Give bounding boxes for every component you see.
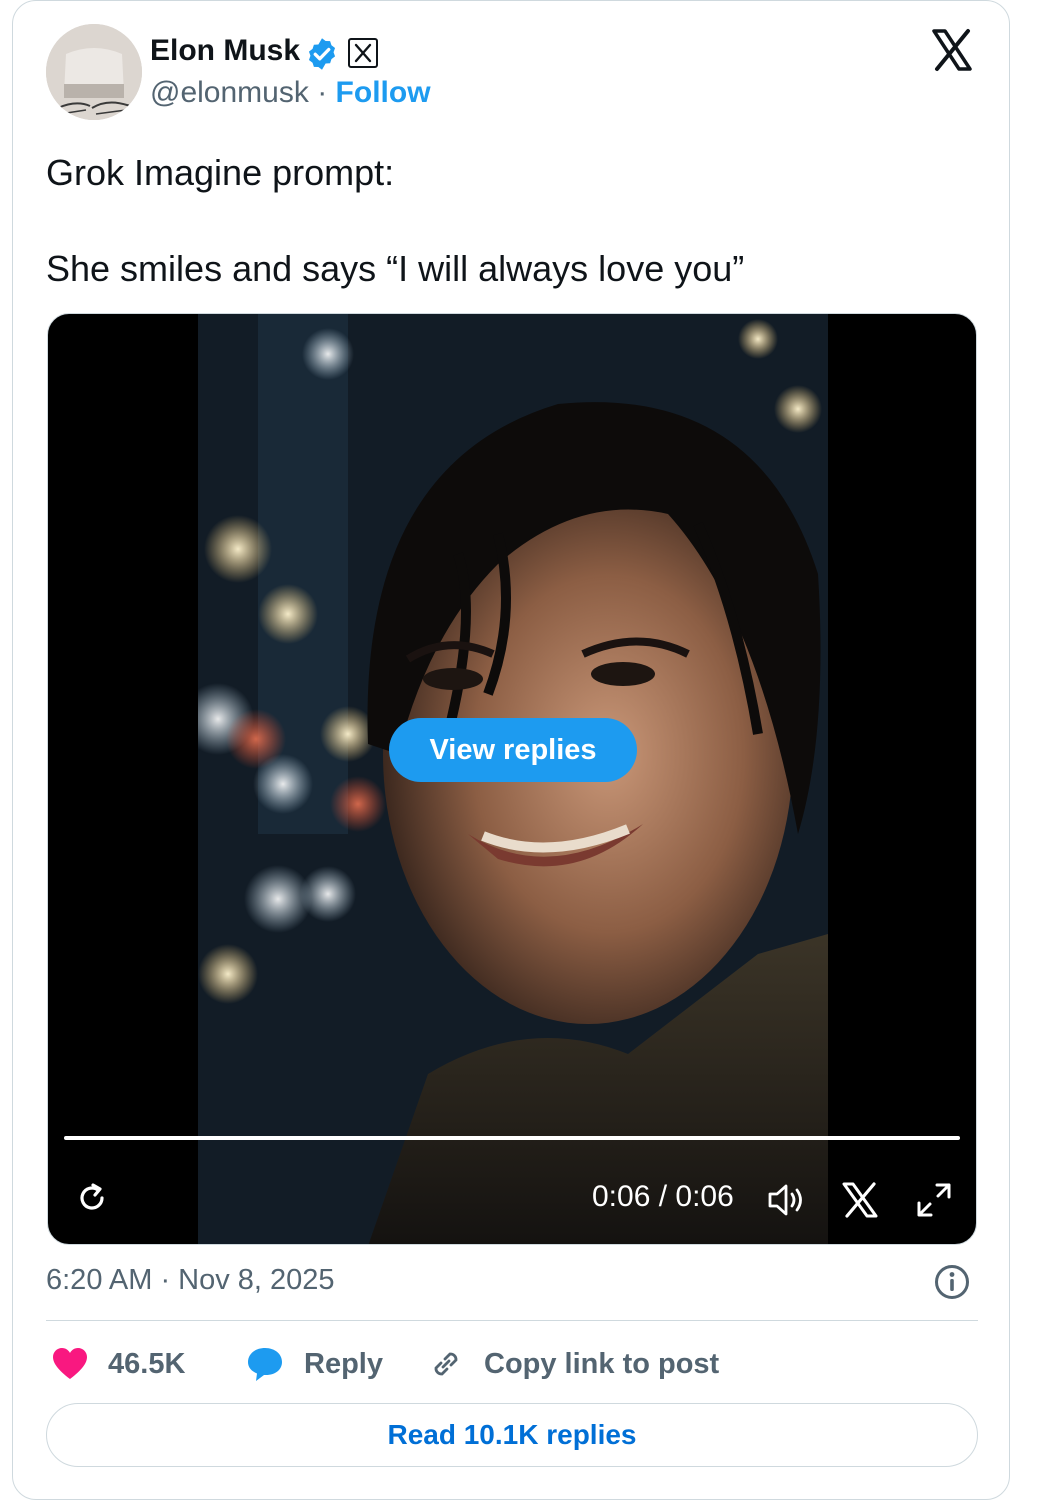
like-count: 46.5K — [108, 1347, 186, 1380]
verified-badge-icon — [308, 38, 336, 70]
post-text-line1: Grok Imagine prompt: — [46, 152, 395, 193]
author-name[interactable]: Elon Musk — [150, 34, 300, 68]
x-watermark-icon[interactable] — [840, 1181, 880, 1219]
replay-icon[interactable] — [74, 1180, 110, 1216]
post-timestamp[interactable]: 6:20 AM · Nov 8, 2025 — [46, 1264, 335, 1297]
handle-separator: · — [317, 76, 328, 109]
follow-button[interactable]: Follow — [336, 76, 431, 109]
avatar[interactable] — [46, 24, 142, 120]
view-replies-button[interactable]: View replies — [389, 718, 637, 782]
read-replies-button[interactable]: Read 10.1K replies — [46, 1403, 978, 1467]
post-text-line2: She smiles and says “I will always love … — [46, 248, 745, 289]
reply-bubble-icon — [248, 1348, 282, 1381]
info-icon[interactable] — [934, 1264, 970, 1300]
volume-icon[interactable] — [766, 1181, 808, 1219]
video-progress-bar[interactable] — [64, 1136, 960, 1140]
video-time: 0:06 / 0:06 — [592, 1180, 734, 1213]
link-icon — [434, 1352, 458, 1376]
author-handle[interactable]: @elonmusk — [150, 76, 309, 109]
reply-action[interactable]: Reply — [246, 1342, 383, 1386]
video-player[interactable]: View replies 0:06 / 0:06 — [47, 313, 977, 1245]
fullscreen-icon[interactable] — [914, 1180, 954, 1220]
x-logo-icon[interactable] — [928, 26, 976, 74]
divider — [46, 1320, 978, 1321]
heart-icon — [53, 1348, 87, 1379]
reply-label: Reply — [304, 1347, 383, 1380]
handle-row: @elonmusk · Follow — [150, 76, 431, 110]
like-action[interactable]: 46.5K — [52, 1342, 185, 1386]
affiliate-x-icon — [348, 38, 378, 68]
copy-link-action[interactable]: Copy link to post — [428, 1342, 719, 1386]
copy-link-label: Copy link to post — [484, 1347, 720, 1380]
